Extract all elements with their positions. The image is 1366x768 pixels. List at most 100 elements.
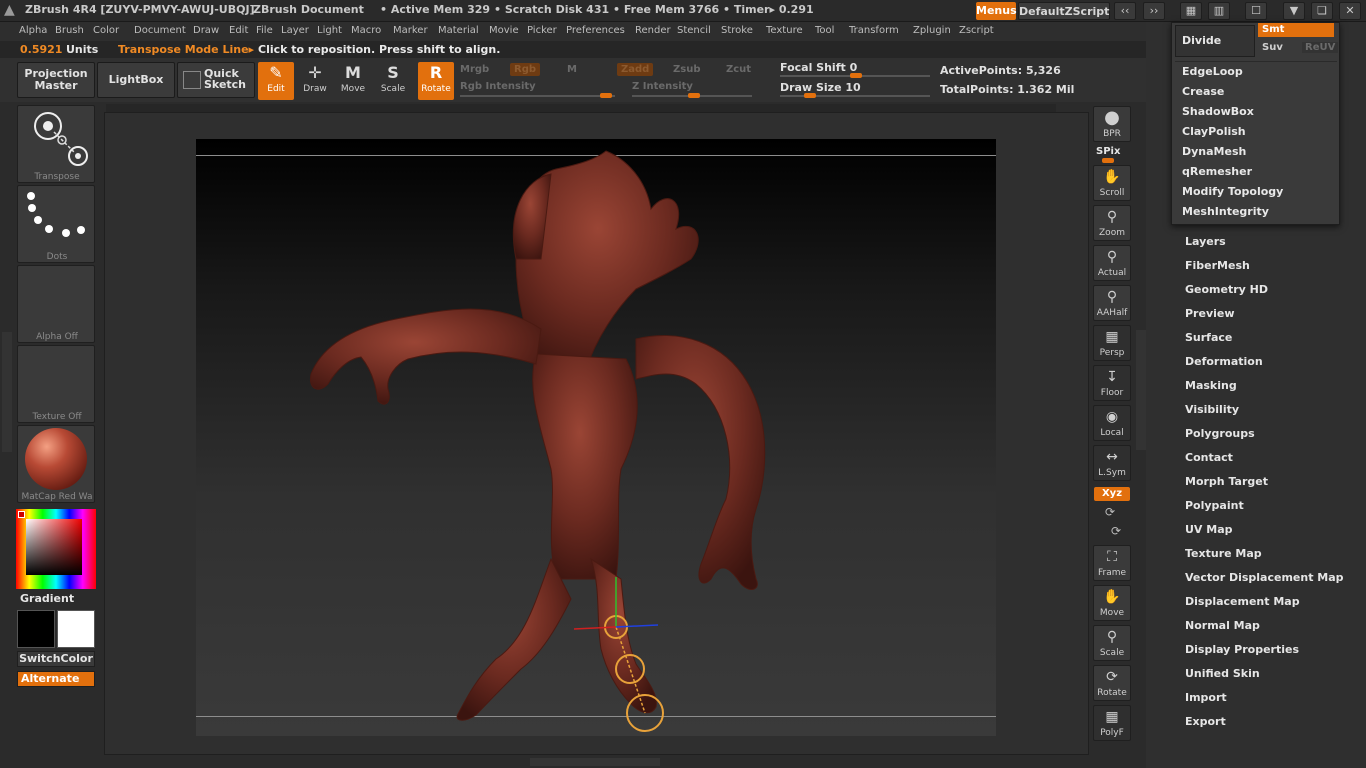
rgb-intensity-knob[interactable]	[600, 93, 612, 98]
menu-preferences[interactable]: Preferences	[566, 25, 625, 36]
tool-masking[interactable]: Masking	[1185, 379, 1237, 392]
shelf-scale-button[interactable]: ⚲ Scale	[1093, 625, 1131, 661]
close-icon[interactable]: ✕	[1339, 2, 1361, 20]
alpha-slot[interactable]: Alpha Off	[17, 265, 95, 343]
frame-button[interactable]: ⛶ Frame	[1093, 545, 1131, 581]
dd-qremesher[interactable]: qRemesher	[1182, 165, 1252, 178]
tool-fibermesh[interactable]: FiberMesh	[1185, 259, 1250, 272]
menu-picker[interactable]: Picker	[527, 25, 557, 36]
texture-slot[interactable]: Texture Off	[17, 345, 95, 423]
xyz-toggle[interactable]: Xyz	[1094, 487, 1130, 501]
menu-zplugin[interactable]: Zplugin	[913, 25, 951, 36]
menu-marker[interactable]: Marker	[393, 25, 428, 36]
zadd-toggle[interactable]: Zadd	[617, 63, 654, 76]
menu-color[interactable]: Color	[93, 25, 119, 36]
menu-movie[interactable]: Movie	[489, 25, 519, 36]
dd-crease[interactable]: Crease	[1182, 85, 1224, 98]
local-button[interactable]: ◉ Local	[1093, 405, 1131, 441]
dd-modify-topology[interactable]: Modify Topology	[1182, 185, 1283, 198]
quick-sketch-button[interactable]: Quick Sketch	[177, 62, 255, 98]
tool-surface[interactable]: Surface	[1185, 331, 1232, 344]
tool-vector-displacement-map[interactable]: Vector Displacement Map	[1185, 571, 1344, 584]
menu-document[interactable]: Document	[134, 25, 186, 36]
zcut-toggle[interactable]: Zcut	[726, 64, 751, 75]
tool-visibility[interactable]: Visibility	[1185, 403, 1239, 416]
tool-morph-target[interactable]: Morph Target	[1185, 475, 1268, 488]
tool-layers[interactable]: Layers	[1185, 235, 1226, 248]
dd-claypolish[interactable]: ClayPolish	[1182, 125, 1246, 138]
menus-button[interactable]: Menus	[976, 2, 1017, 20]
menu-stencil[interactable]: Stencil	[677, 25, 711, 36]
mrgb-toggle[interactable]: Mrgb	[460, 64, 489, 75]
right-tray-handle[interactable]	[1136, 330, 1146, 450]
dd-meshintegrity[interactable]: MeshIntegrity	[1182, 205, 1269, 218]
alternate-button[interactable]: Alternate	[17, 671, 95, 687]
tool-display-properties[interactable]: Display Properties	[1185, 643, 1299, 656]
tool-texture-map[interactable]: Texture Map	[1185, 547, 1262, 560]
material-slot[interactable]: MatCap Red Wa	[17, 425, 95, 503]
rgb-intensity-slider[interactable]	[460, 95, 615, 97]
lightbox-button[interactable]: LightBox	[97, 62, 175, 98]
tool-geometry-hd[interactable]: Geometry HD	[1185, 283, 1268, 296]
layout-a-icon[interactable]: ▦	[1180, 2, 1202, 20]
scale-button[interactable]: S Scale	[375, 62, 411, 100]
menu-stroke[interactable]: Stroke	[721, 25, 753, 36]
transpose-mode[interactable]: Transpose Mode Line▸	[118, 43, 254, 56]
primary-color-swatch[interactable]	[17, 610, 55, 648]
tool-polygroups[interactable]: Polygroups	[1185, 427, 1255, 440]
spix-knob[interactable]	[1102, 158, 1114, 163]
persp-button[interactable]: ▦ Persp	[1093, 325, 1131, 361]
restore-icon[interactable]: ❏	[1311, 2, 1333, 20]
focal-shift-knob[interactable]	[850, 73, 862, 78]
aahalf-button[interactable]: ⚲ AAHalf	[1093, 285, 1131, 321]
menu-layer[interactable]: Layer	[281, 25, 309, 36]
tool-normal-map[interactable]: Normal Map	[1185, 619, 1260, 632]
rotate-button[interactable]: R Rotate	[418, 62, 454, 100]
floor-button[interactable]: ↧ Floor	[1093, 365, 1131, 401]
menu-render[interactable]: Render	[635, 25, 671, 36]
dd-dynamesh[interactable]: DynaMesh	[1182, 145, 1246, 158]
tool-unified-skin[interactable]: Unified Skin	[1185, 667, 1260, 680]
stroke-slot[interactable]: Dots	[17, 185, 95, 263]
rotate-z-icon[interactable]: ⟳	[1111, 524, 1121, 538]
menu-transform[interactable]: Transform	[849, 25, 899, 36]
document-canvas[interactable]	[196, 139, 996, 736]
scroll-button[interactable]: ✋ Scroll	[1093, 165, 1131, 201]
zoom-button[interactable]: ⚲ Zoom	[1093, 205, 1131, 241]
tool-contact[interactable]: Contact	[1185, 451, 1233, 464]
shelf-rotate-button[interactable]: ⟳ Rotate	[1093, 665, 1131, 701]
menu-draw[interactable]: Draw	[193, 25, 219, 36]
groot-model[interactable]	[196, 139, 996, 736]
bpr-button[interactable]: ● BPR	[1093, 106, 1131, 142]
tool-polypaint[interactable]: Polypaint	[1185, 499, 1244, 512]
lsym-button[interactable]: ↔ L.Sym	[1093, 445, 1131, 481]
default-zscript-button[interactable]: DefaultZScript	[1018, 2, 1110, 20]
minimize-icon[interactable]: ▼	[1283, 2, 1305, 20]
dd-edgeloop[interactable]: EdgeLoop	[1182, 65, 1243, 78]
top-scroll-strip[interactable]	[106, 104, 1056, 112]
tool-import[interactable]: Import	[1185, 691, 1227, 704]
menu-zscript[interactable]: Zscript	[959, 25, 994, 36]
z-intensity-knob[interactable]	[688, 93, 700, 98]
menu-edit[interactable]: Edit	[229, 25, 248, 36]
tool-preview[interactable]: Preview	[1185, 307, 1235, 320]
prev-icon[interactable]: ‹‹	[1114, 2, 1136, 20]
actual-button[interactable]: ⚲ Actual	[1093, 245, 1131, 281]
gradient-label[interactable]: Gradient	[20, 592, 74, 605]
layout-b-icon[interactable]: ▥	[1208, 2, 1230, 20]
tool-export[interactable]: Export	[1185, 715, 1226, 728]
tool-uv-map[interactable]: UV Map	[1185, 523, 1233, 536]
menu-brush[interactable]: Brush	[55, 25, 84, 36]
menu-tool[interactable]: Tool	[815, 25, 834, 36]
divide-button[interactable]: Divide	[1175, 25, 1255, 57]
rgb-toggle[interactable]: Rgb	[510, 63, 541, 76]
secondary-color-swatch[interactable]	[57, 610, 95, 648]
next-icon[interactable]: ››	[1143, 2, 1165, 20]
tool-deformation[interactable]: Deformation	[1185, 355, 1263, 368]
left-tray-handle[interactable]	[2, 332, 12, 452]
shelf-move-button[interactable]: ✋ Move	[1093, 585, 1131, 621]
polyf-button[interactable]: ▦ PolyF	[1093, 705, 1131, 741]
suv-toggle[interactable]: Suv	[1262, 42, 1283, 53]
menu-material[interactable]: Material	[438, 25, 479, 36]
spix-label[interactable]: SPix	[1096, 146, 1120, 157]
